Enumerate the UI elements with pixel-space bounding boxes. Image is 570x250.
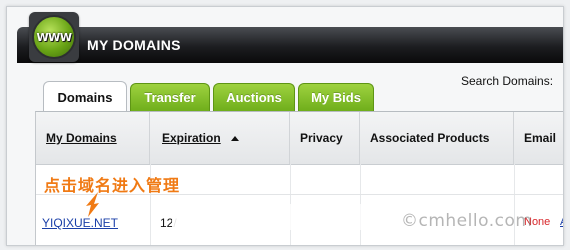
watermark: ©cmhello.com: [401, 211, 533, 231]
domain-manager-panel: WWW MY DOMAINS Search Domains: Domains T…: [6, 6, 564, 246]
page-title: MY DOMAINS: [87, 37, 181, 53]
column-my-domains-label: My Domains: [46, 131, 117, 145]
www-logo: WWW: [29, 12, 79, 62]
column-expiration-label: Expiration: [162, 131, 221, 145]
column-privacy-label: Privacy: [300, 131, 343, 145]
column-associated-products: Associated Products: [360, 112, 514, 164]
domain-tabs: Domains Transfer Auctions My Bids: [43, 81, 374, 113]
column-expiration[interactable]: Expiration: [150, 112, 290, 164]
column-email: Email: [514, 112, 563, 164]
column-privacy: Privacy: [290, 112, 360, 164]
annotation-arrow-icon: [86, 192, 99, 217]
column-divider: [514, 164, 515, 245]
sort-ascending-icon: [230, 135, 239, 141]
table-header: My Domains Expiration Privacy Associated…: [36, 112, 563, 165]
column-my-domains[interactable]: My Domains: [36, 112, 150, 164]
column-associated-products-label: Associated Products: [370, 131, 490, 145]
search-domains-label: Search Domains:: [461, 74, 554, 88]
www-logo-text: WWW: [36, 30, 72, 44]
tab-domains[interactable]: Domains: [43, 81, 127, 112]
annotation-text: 点击域名进入管理: [44, 176, 181, 195]
domain-link-yiqixue[interactable]: YIQIXUE.NET: [42, 216, 118, 230]
email-action-link[interactable]: A: [560, 216, 563, 228]
tab-my-bids[interactable]: My Bids: [298, 83, 374, 111]
tab-transfer[interactable]: Transfer: [130, 83, 210, 111]
globe-icon: WWW: [32, 15, 76, 59]
column-email-label: Email: [524, 131, 557, 145]
tab-auctions[interactable]: Auctions: [213, 83, 295, 111]
